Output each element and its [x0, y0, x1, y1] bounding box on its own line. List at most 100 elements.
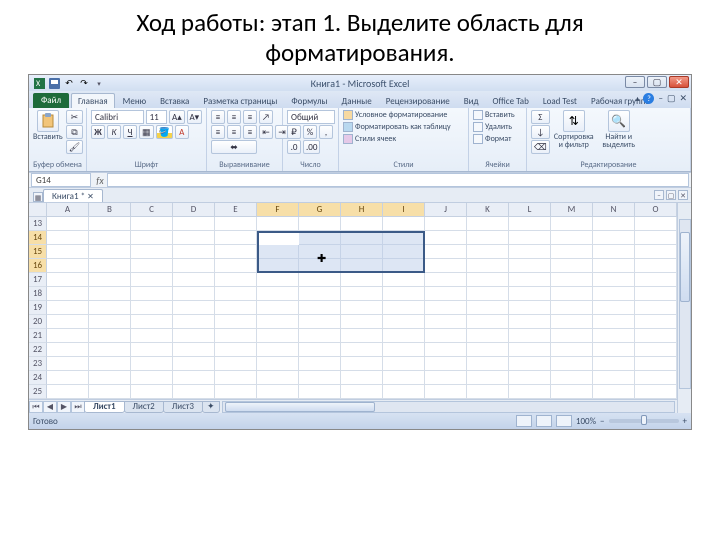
cell[interactable] [509, 301, 551, 315]
cell[interactable] [509, 315, 551, 329]
align-bot-icon[interactable]: ≡ [243, 110, 257, 124]
cell[interactable] [509, 371, 551, 385]
cell[interactable] [341, 287, 383, 301]
cell[interactable] [89, 231, 131, 245]
cell[interactable] [635, 357, 677, 371]
sheet-first-icon[interactable]: ⏮ [29, 401, 43, 413]
col-header[interactable]: E [215, 203, 257, 217]
align-right-icon[interactable]: ≡ [243, 125, 257, 139]
cell[interactable] [173, 273, 215, 287]
cell[interactable] [173, 217, 215, 231]
cell[interactable] [635, 343, 677, 357]
align-mid-icon[interactable]: ≡ [227, 110, 241, 124]
cell[interactable] [131, 301, 173, 315]
cell[interactable] [47, 301, 89, 315]
cell[interactable] [89, 315, 131, 329]
cell[interactable] [257, 217, 299, 231]
cell[interactable] [467, 357, 509, 371]
cell[interactable] [593, 217, 635, 231]
cell[interactable] [593, 329, 635, 343]
tab-review[interactable]: Рецензирование [380, 94, 456, 108]
sheet-last-icon[interactable]: ⏭ [71, 401, 85, 413]
cell[interactable] [383, 357, 425, 371]
font-color-icon[interactable]: A [175, 125, 189, 139]
autosum-icon[interactable]: Σ [531, 110, 550, 124]
cell[interactable] [509, 245, 551, 259]
cell[interactable] [257, 343, 299, 357]
cell[interactable] [635, 245, 677, 259]
cell[interactable] [425, 259, 467, 273]
cell[interactable] [425, 385, 467, 399]
cell[interactable] [215, 371, 257, 385]
cell[interactable] [635, 315, 677, 329]
cell[interactable] [467, 259, 509, 273]
view-layout-icon[interactable] [536, 415, 552, 427]
cell[interactable] [467, 273, 509, 287]
col-header[interactable]: H [341, 203, 383, 217]
cell[interactable] [467, 343, 509, 357]
col-header[interactable]: B [89, 203, 131, 217]
col-header[interactable]: M [551, 203, 593, 217]
cell[interactable] [173, 357, 215, 371]
clear-icon[interactable]: ⌫ [531, 140, 550, 154]
cell[interactable] [635, 301, 677, 315]
cell[interactable] [257, 357, 299, 371]
ribbon-min-icon[interactable]: ▴ [635, 94, 639, 104]
cell[interactable] [551, 217, 593, 231]
cell[interactable] [215, 217, 257, 231]
tab-insert[interactable]: Вставка [154, 94, 195, 108]
row-header[interactable]: 16 [29, 259, 47, 273]
cell[interactable] [47, 217, 89, 231]
number-format-select[interactable]: Общий [287, 110, 335, 124]
sheet-next-icon[interactable]: ▶ [57, 401, 71, 413]
name-box[interactable]: G14 [31, 173, 91, 187]
cell[interactable] [467, 329, 509, 343]
cell[interactable] [425, 231, 467, 245]
cell[interactable] [467, 385, 509, 399]
cell[interactable] [299, 343, 341, 357]
cell[interactable] [383, 301, 425, 315]
cell[interactable] [341, 217, 383, 231]
bold-button[interactable]: Ж [91, 125, 105, 139]
cell[interactable] [131, 259, 173, 273]
help-icon[interactable]: ? [643, 93, 654, 104]
col-header[interactable]: A [47, 203, 89, 217]
tab-menu[interactable]: Меню [117, 94, 152, 108]
align-top-icon[interactable]: ≡ [211, 110, 225, 124]
cell[interactable] [635, 385, 677, 399]
cell[interactable] [47, 231, 89, 245]
cell[interactable] [173, 231, 215, 245]
view-break-icon[interactable] [556, 415, 572, 427]
cell[interactable] [299, 273, 341, 287]
zoom-in-icon[interactable]: + [683, 416, 687, 427]
cell[interactable] [215, 259, 257, 273]
merge-button[interactable]: ⬌ [211, 140, 257, 154]
cell[interactable] [635, 231, 677, 245]
cell[interactable] [89, 329, 131, 343]
underline-button[interactable]: Ч [123, 125, 137, 139]
cell[interactable] [299, 329, 341, 343]
cell[interactable] [593, 231, 635, 245]
cell[interactable] [635, 217, 677, 231]
row-header[interactable]: 19 [29, 301, 47, 315]
cell[interactable] [131, 231, 173, 245]
row-header[interactable]: 14 [29, 231, 47, 245]
cell[interactable] [551, 245, 593, 259]
cell[interactable] [383, 273, 425, 287]
cell[interactable] [425, 315, 467, 329]
cell[interactable] [635, 329, 677, 343]
cell[interactable] [215, 315, 257, 329]
delete-cells-button[interactable]: Удалить [473, 122, 515, 132]
col-header[interactable]: L [509, 203, 551, 217]
cell[interactable] [131, 245, 173, 259]
orientation-icon[interactable]: ↗ [259, 110, 273, 124]
cell[interactable] [593, 357, 635, 371]
align-center-icon[interactable]: ≡ [227, 125, 241, 139]
wb-control-icon[interactable]: ▦ [33, 192, 43, 202]
sheet-prev-icon[interactable]: ◀ [43, 401, 57, 413]
cell[interactable] [593, 259, 635, 273]
cell[interactable] [89, 301, 131, 315]
cell[interactable] [47, 259, 89, 273]
cell[interactable] [257, 315, 299, 329]
cut-icon[interactable]: ✂ [66, 110, 83, 124]
